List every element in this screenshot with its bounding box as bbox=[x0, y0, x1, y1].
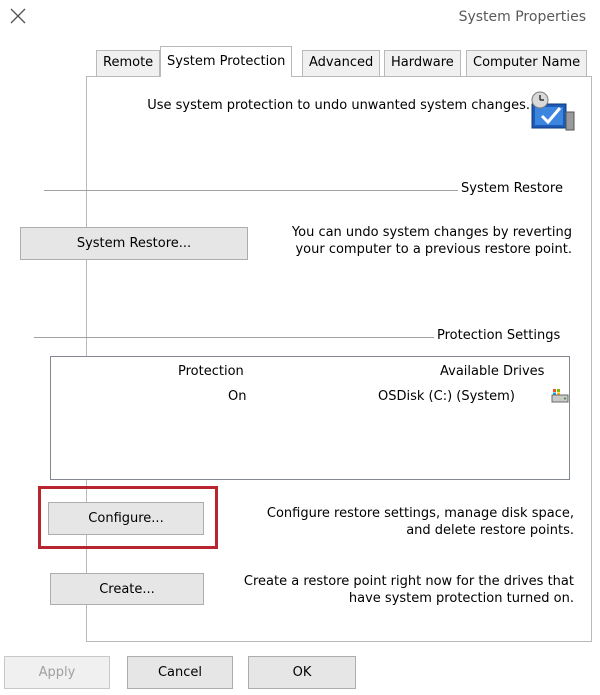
system-restore-description-line2: your computer to a previous restore poin… bbox=[295, 242, 572, 257]
window-title: System Properties bbox=[458, 9, 586, 25]
system-restore-button[interactable]: System Restore... bbox=[20, 227, 248, 260]
tab-computer-name[interactable]: Computer Name bbox=[466, 50, 588, 76]
apply-button[interactable]: Apply bbox=[4, 656, 110, 689]
tab-hardware[interactable]: Hardware bbox=[384, 50, 461, 76]
drive-row-name[interactable]: OSDisk (C:) (System) bbox=[378, 389, 515, 404]
tab-advanced[interactable]: Advanced bbox=[302, 50, 381, 76]
create-description: Create a restore point right now for the… bbox=[210, 573, 574, 607]
tab-system-protection[interactable]: System Protection bbox=[160, 46, 293, 77]
apply-button-label: Apply bbox=[38, 665, 76, 680]
configure-button[interactable]: Configure... bbox=[48, 502, 204, 535]
ok-button[interactable]: OK bbox=[248, 656, 356, 689]
system-restore-description: You can undo system changes by reverting… bbox=[262, 224, 572, 258]
close-icon[interactable] bbox=[8, 6, 28, 26]
system-restore-divider bbox=[44, 190, 458, 191]
column-header-available-drives[interactable]: Available Drives bbox=[440, 364, 544, 379]
system-restore-description-line1: You can undo system changes by reverting bbox=[291, 225, 572, 240]
create-button[interactable]: Create... bbox=[50, 573, 204, 605]
tab-remote[interactable]: Remote bbox=[96, 50, 161, 76]
column-header-protection[interactable]: Protection bbox=[178, 364, 244, 379]
protection-settings-divider bbox=[34, 337, 434, 338]
ok-button-label: OK bbox=[292, 665, 312, 680]
system-protection-icon bbox=[531, 91, 575, 131]
system-restore-group-label: System Restore bbox=[458, 181, 566, 196]
create-button-label: Create... bbox=[99, 581, 155, 597]
protection-settings-group-label: Protection Settings bbox=[434, 328, 564, 343]
configure-description-line1: Configure restore settings, manage disk … bbox=[266, 506, 574, 521]
create-description-line2: have system protection turned on. bbox=[348, 591, 574, 606]
drive-row-protection: On bbox=[228, 389, 247, 404]
configure-description-line2: and delete restore points. bbox=[406, 523, 574, 538]
cancel-button-label: Cancel bbox=[157, 665, 203, 680]
intro-text: Use system protection to undo unwanted s… bbox=[147, 98, 530, 113]
create-description-line1: Create a restore point right now for the… bbox=[243, 574, 574, 589]
drive-icon bbox=[551, 389, 569, 403]
configure-description: Configure restore settings, manage disk … bbox=[222, 505, 574, 539]
system-restore-button-label: System Restore... bbox=[76, 236, 192, 251]
configure-button-label: Configure... bbox=[88, 511, 164, 526]
cancel-button[interactable]: Cancel bbox=[127, 656, 233, 689]
